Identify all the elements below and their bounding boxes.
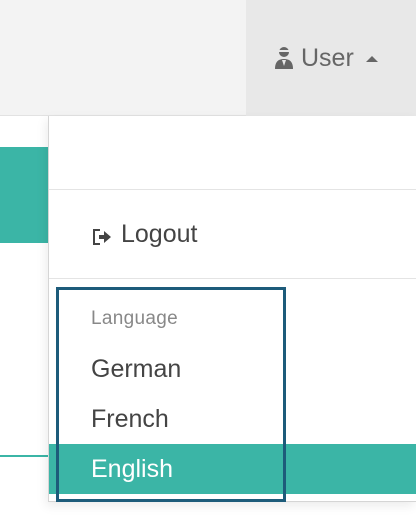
logout-label: Logout (121, 220, 198, 248)
background-teal-divider (0, 455, 52, 457)
top-navbar: User (0, 0, 416, 116)
language-option-german[interactable]: German (49, 344, 416, 394)
background-teal-panel (0, 147, 52, 243)
language-section-header: Language (91, 308, 178, 329)
sign-out-icon (91, 225, 113, 245)
user-dropdown-menu: Logout Language German French English (48, 116, 416, 502)
logout-menu-item[interactable]: Logout (49, 191, 416, 279)
language-option-label: German (91, 354, 182, 383)
language-option-label: French (91, 404, 169, 433)
user-menu-label: User (301, 43, 354, 72)
language-option-english[interactable]: English (49, 444, 416, 494)
dropdown-empty-item (49, 116, 416, 190)
user-secret-icon (273, 46, 295, 70)
language-option-french[interactable]: French (49, 394, 416, 444)
language-option-label: English (91, 454, 173, 483)
caret-up-icon (365, 56, 378, 62)
user-menu-toggle[interactable]: User (246, 0, 416, 116)
